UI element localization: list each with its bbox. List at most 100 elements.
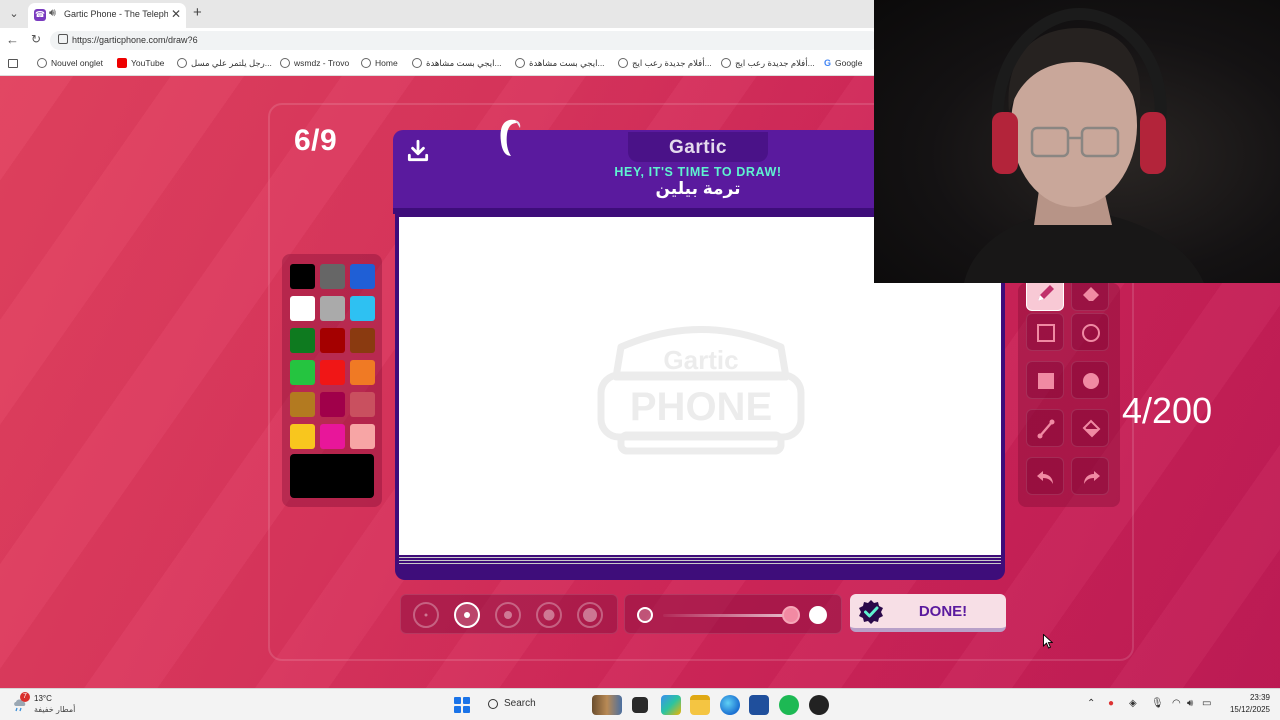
color-swatch[interactable]	[290, 296, 315, 321]
download-icon[interactable]	[405, 138, 431, 164]
ellipse-tool[interactable]	[1071, 313, 1109, 351]
bookmark-item[interactable]: Home	[361, 58, 398, 68]
color-swatch[interactable]	[320, 296, 345, 321]
page-edge-line	[399, 557, 1001, 558]
color-swatch[interactable]	[290, 392, 315, 417]
brush-size-option[interactable]	[536, 602, 562, 628]
filled-rectangle-tool[interactable]	[1026, 361, 1064, 399]
brush-size-option[interactable]	[495, 602, 521, 628]
file-explorer-icon[interactable]	[690, 695, 710, 715]
color-swatch[interactable]	[320, 392, 345, 417]
youtube-icon	[117, 58, 127, 68]
browser-tab-strip: ⌄ ☎ 🔊︎ Gartic Phone - The Telephone ✕ +	[0, 0, 874, 28]
rectangle-tool[interactable]	[1026, 313, 1064, 351]
store-icon[interactable]	[749, 695, 769, 715]
bookmark-item[interactable]: أفلام جديدة رعب ايج...	[618, 58, 712, 69]
color-swatch[interactable]	[320, 264, 345, 289]
opacity-slider	[624, 594, 842, 634]
color-swatch[interactable]	[290, 328, 315, 353]
done-button[interactable]: DONE!	[850, 594, 1006, 632]
brush-size-option[interactable]	[413, 602, 439, 628]
weather-temperature[interactable]: 13°C	[34, 694, 52, 703]
tab-search-button[interactable]: ⌄	[6, 6, 22, 22]
opacity-max-icon	[809, 606, 827, 624]
redo-button[interactable]	[1071, 457, 1109, 495]
bookmark-label: ايجي بست مشاهدة...	[426, 58, 502, 68]
media-app-icon[interactable]	[809, 695, 829, 715]
ellipse-icon	[1082, 324, 1100, 342]
color-swatch[interactable]	[350, 392, 375, 417]
back-arrow-icon[interactable]: ←	[6, 32, 19, 47]
color-swatch[interactable]	[350, 360, 375, 385]
bookmark-item[interactable]: أفلام جديدة رعب ايج...	[721, 58, 815, 69]
line-tool[interactable]	[1026, 409, 1064, 447]
windows-start-icon[interactable]	[454, 697, 470, 713]
opacity-track[interactable]	[663, 614, 795, 617]
filled-ellipse-tool[interactable]	[1071, 361, 1109, 399]
widgets-game-icon[interactable]	[592, 695, 622, 715]
draw-prompt: ترمة بيلين	[655, 179, 741, 198]
color-swatch[interactable]	[350, 296, 375, 321]
bookmark-label: أفلام جديدة رعب ايج...	[632, 58, 712, 68]
volume-icon[interactable]: 🔊︎	[1187, 698, 1193, 710]
undo-button[interactable]	[1026, 457, 1064, 495]
tray-app-icon[interactable]: ◈	[1129, 698, 1137, 710]
reload-icon[interactable]: ↻	[31, 32, 41, 46]
chevron-up-icon[interactable]: ⌃	[1087, 698, 1095, 710]
edge-icon[interactable]	[720, 695, 740, 715]
windows-taskbar: 7 13°C أمطار خفيفة Search ⌃ ● ◈ 🎙︎ ◠ 🔊︎ …	[0, 688, 1280, 720]
board-header: Gartic HEY, IT'S TIME TO DRAW! ترمة بيلي…	[393, 119, 874, 212]
bookmark-item[interactable]: Nouvel onglet	[37, 58, 103, 68]
task-view-icon[interactable]	[632, 697, 648, 713]
globe-icon	[412, 58, 422, 68]
new-tab-button[interactable]: +	[193, 5, 202, 21]
color-swatch[interactable]	[350, 264, 375, 289]
brush-size-option[interactable]	[577, 602, 603, 628]
bookmark-item[interactable]: G Google	[824, 58, 862, 68]
gartic-phone-watermark-icon: Gartic PHONE	[597, 326, 805, 455]
copilot-icon[interactable]	[661, 695, 681, 715]
bookmark-item[interactable]: wsmdz - Trovo	[280, 58, 349, 68]
line-icon	[1037, 419, 1055, 439]
stream-progress-counter: 4/200	[1122, 390, 1213, 431]
clock-time[interactable]: 23:39	[1226, 693, 1270, 702]
color-swatch[interactable]	[290, 264, 315, 289]
bookmark-item[interactable]: ايجي بست مشاهدة...	[515, 58, 605, 69]
globe-icon	[177, 58, 187, 68]
bookmark-item[interactable]: رجل يلتمر علي مسل...	[177, 58, 272, 69]
bookmark-item[interactable]: YouTube	[117, 58, 164, 68]
color-swatch[interactable]	[350, 328, 375, 353]
color-swatch[interactable]	[290, 424, 315, 449]
bookmark-item[interactable]: ايجي بست مشاهدة...	[412, 58, 502, 69]
weather-description[interactable]: أمطار خفيفة	[34, 705, 75, 714]
wifi-icon[interactable]: ◠	[1172, 698, 1181, 710]
spotify-icon[interactable]	[779, 695, 799, 715]
tray-app-icon[interactable]: ●	[1108, 698, 1114, 710]
eraser-icon	[1083, 287, 1099, 301]
opacity-handle[interactable]	[782, 606, 801, 624]
speaker-icon[interactable]: 🔊︎	[49, 7, 56, 20]
fill-bucket-tool[interactable]	[1071, 409, 1109, 447]
address-bar[interactable]: https://garticphone.com/draw?6	[50, 31, 880, 50]
close-tab-icon[interactable]: ✕	[171, 7, 181, 21]
site-info-icon[interactable]	[58, 34, 68, 44]
color-swatch[interactable]	[320, 328, 345, 353]
globe-icon	[361, 58, 371, 68]
bookmark-label: رجل يلتمر علي مسل...	[191, 58, 272, 68]
taskbar-search[interactable]: Search	[480, 695, 584, 715]
brush-size-option[interactable]	[454, 602, 480, 628]
microphone-icon[interactable]: 🎙︎	[1151, 698, 1164, 710]
color-swatch[interactable]	[290, 360, 315, 385]
clock-date[interactable]: 15/12/2025	[1214, 705, 1270, 714]
round-counter: 6/9	[294, 124, 338, 157]
color-swatch[interactable]	[320, 424, 345, 449]
bookmark-label: Google	[835, 58, 863, 68]
color-swatch[interactable]	[320, 360, 345, 385]
battery-icon[interactable]: ▭	[1202, 698, 1211, 710]
search-label: Search	[504, 698, 536, 709]
bookmark-label: ايجي بست مشاهدة...	[529, 58, 605, 68]
color-swatch[interactable]	[350, 424, 375, 449]
apps-icon[interactable]	[8, 59, 18, 68]
url-text[interactable]: https://garticphone.com/draw?6	[72, 35, 198, 45]
browser-tab-active[interactable]: ☎ 🔊︎ Gartic Phone - The Telephone ✕	[28, 3, 186, 28]
